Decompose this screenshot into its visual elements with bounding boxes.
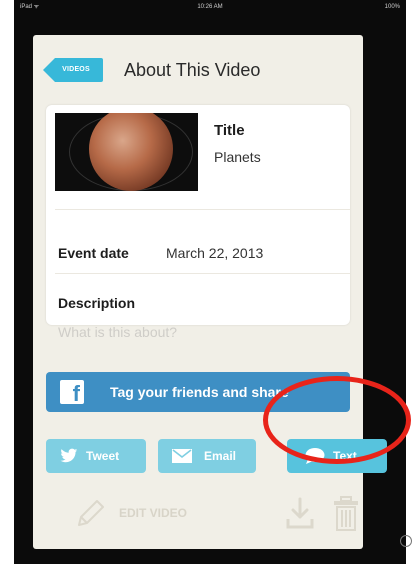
videos-back-button[interactable]: VIDEOS [43, 58, 103, 82]
home-indicator-icon [400, 535, 412, 547]
title-label: Title [214, 122, 245, 139]
tweet-label: Tweet [86, 449, 120, 463]
description-input[interactable] [58, 321, 338, 343]
text-message-label: Text [333, 449, 357, 463]
download-icon [286, 497, 314, 529]
delete-button[interactable] [332, 496, 360, 532]
email-icon [172, 449, 192, 463]
divider [55, 273, 350, 274]
video-info-panel: Title Planets Event date March 22, 2013 … [46, 105, 350, 343]
edit-video-button[interactable]: EDIT VIDEO [75, 495, 225, 531]
divider [55, 209, 350, 210]
download-button[interactable] [286, 497, 314, 531]
edit-video-label: EDIT VIDEO [119, 506, 188, 520]
status-bar: iPad ᯤ 10:26 AM 100% [14, 0, 406, 14]
tweet-button[interactable]: Tweet [46, 439, 146, 473]
facebook-icon: f [60, 380, 84, 404]
email-label: Email [204, 449, 237, 463]
email-button[interactable]: Email [158, 439, 256, 473]
trash-icon [334, 496, 358, 531]
event-date-value[interactable]: March 22, 2013 [166, 245, 263, 261]
page-title: About This Video [124, 60, 261, 80]
title-value[interactable]: Planets [214, 149, 261, 165]
about-video-card: VIDEOS About This Video Title Planets Ev… [33, 35, 387, 549]
status-time: 10:26 AM [197, 4, 223, 10]
description-label: Description [58, 295, 136, 311]
speech-bubble-icon [305, 448, 325, 464]
text-message-button[interactable]: Text [287, 439, 387, 473]
twitter-icon [60, 448, 78, 463]
facebook-share-button[interactable]: f Tag your friends and share [46, 372, 350, 412]
pencil-icon [78, 500, 104, 526]
facebook-share-label: Tag your friends and share [110, 384, 289, 400]
event-date-label: Event date [58, 245, 129, 261]
status-battery: 100% [384, 4, 400, 10]
video-thumbnail[interactable] [55, 113, 198, 191]
